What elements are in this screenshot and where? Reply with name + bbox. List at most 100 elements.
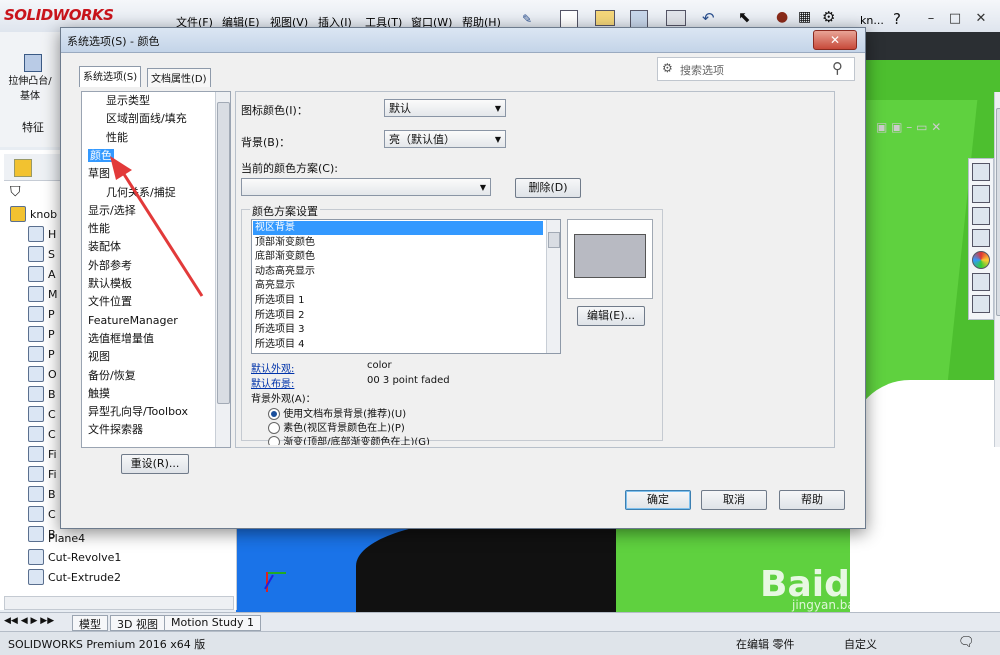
home-icon[interactable] [972,163,990,181]
scheme-item[interactable]: 所选项目 3 [255,323,305,337]
select-cursor-icon[interactable]: ⬉ [738,8,751,26]
radio-plain-color[interactable]: 素色(视区背景颜色在上)(P) [268,419,405,434]
dialog-title-bar[interactable]: 系统选项(S) - 颜色 ✕ [61,28,865,53]
tree-item-cut-revolve1[interactable]: Cut-Revolve1 [28,547,121,567]
file-explorer-icon[interactable] [972,207,990,225]
maximize-button[interactable]: □ [946,11,964,27]
extrude-boss-icon[interactable] [24,54,42,72]
nav-item[interactable]: 触摸 [88,385,110,403]
nav-item[interactable]: 视图 [88,348,110,366]
scheme-scroll-thumb[interactable] [548,232,560,248]
tree-item[interactable]: S [28,244,55,264]
tree-root[interactable]: knob [10,204,57,224]
scheme-item[interactable]: 动态高亮显示 [255,265,315,279]
design-library-icon[interactable] [972,185,990,203]
nav-item[interactable]: 区域剖面线/填充 [106,110,187,128]
tab-motion-study[interactable]: Motion Study 1 [164,615,262,631]
scheme-item[interactable]: 所选项目 1 [255,294,305,308]
scheme-item[interactable]: 底部渐变颜色 [255,250,315,264]
scheme-item[interactable]: 高亮显示 [255,279,295,293]
cancel-button[interactable]: 取消 [701,490,767,510]
chat-icon[interactable]: 🗨 [958,635,975,650]
radio-use-document-scene[interactable]: 使用文档布景背景(推荐)(U) [268,405,406,420]
tree-item[interactable]: B [28,384,56,404]
tree-item[interactable]: C [28,424,56,444]
tab-system-options[interactable]: 系统选项(S) [79,66,142,87]
minimize-button[interactable]: – [922,11,940,27]
tree-item[interactable]: P [28,324,55,344]
scheme-item[interactable]: 视区背景 [253,221,543,235]
nav-item[interactable]: 性能 [106,129,128,147]
view-palette-icon[interactable] [972,229,990,247]
search-options-input[interactable]: ⚙ 搜索选项 ⚲ [657,57,855,81]
tree-hscrollbar[interactable] [4,596,234,610]
user-name[interactable]: kn... [860,14,884,27]
tree-item[interactable]: P [28,344,55,364]
rebuild-icon[interactable]: ▦ [798,9,811,25]
traffic-light-icon[interactable]: ● [776,9,788,25]
tree-item[interactable]: Fi [28,464,57,484]
nav-item[interactable]: 选值框增量值 [88,330,154,348]
tab-document-properties[interactable]: 文档属性(D) [147,68,211,87]
tree-item[interactable]: C [28,504,56,524]
search-icon[interactable]: ⚲ [832,59,843,77]
radio-gradient[interactable]: 渐变(顶部/底部渐变颜色在上)(G) [268,433,430,445]
gear-icon[interactable]: ⚙ [822,8,835,26]
save-icon[interactable] [630,10,648,28]
scheme-item[interactable]: 顶部渐变颜色 [255,236,315,250]
tree-item[interactable]: C [28,404,56,424]
status-custom[interactable]: 自定义 [844,636,877,652]
nav-item[interactable]: 异型孔向导/Toolbox [88,403,188,421]
current-scheme-select[interactable]: ▼ [241,178,491,196]
scheme-item-list[interactable]: 视区背景 顶部渐变颜色 底部渐变颜色 动态高亮显示 高亮显示 所选项目 1 所选项目 2 所选… [251,219,561,354]
tab-scroll-arrows[interactable]: ◀◀ ◀ ▶ ▶▶ [4,616,54,626]
dialog-close-button[interactable]: ✕ [813,30,857,50]
custom-properties-icon[interactable] [972,273,990,291]
undo-icon[interactable]: ↶ [702,9,715,27]
nav-item[interactable]: 备份/恢复 [88,367,136,385]
tree-item[interactable]: O [28,364,57,384]
nav-scroll-thumb[interactable] [217,102,230,404]
feature-manager-tab-icon[interactable] [14,159,32,177]
filter-icon[interactable]: ⛉ [10,184,21,200]
tree-item[interactable]: Fi [28,444,57,464]
edit-color-button[interactable]: 编辑(E)... [577,306,645,326]
nav-item[interactable]: 文件探索器 [88,421,143,439]
features-tab[interactable]: 特征 [22,119,44,135]
close-window-button[interactable]: ✕ [972,11,990,27]
tree-item[interactable]: B [28,484,56,504]
help-icon[interactable]: ? [893,10,901,28]
nav-item[interactable]: FeatureManager [88,312,178,330]
tree-item[interactable]: P [28,304,55,324]
tab-3d-view[interactable]: 3D 视图 [110,615,165,631]
extrude-boss-label[interactable]: 拉伸凸台/基体 [8,72,52,102]
radio-button[interactable] [268,436,280,445]
tree-item-plane4[interactable]: Plane4 [48,528,85,548]
scheme-vscrollbar[interactable] [546,220,560,353]
nav-item[interactable]: 显示类型 [106,92,150,110]
icon-color-select[interactable]: 默认 ▼ [384,99,506,117]
viewport-tab-icons[interactable]: ▣ ▣ – ▭ ✕ [876,120,941,134]
pane-vscrollbar[interactable] [994,92,1000,447]
help-button[interactable]: 帮助 [779,490,845,510]
reset-button[interactable]: 重设(R)... [121,454,189,474]
pane-scroll-thumb[interactable] [996,108,1000,316]
new-file-icon[interactable] [560,10,578,28]
scheme-item[interactable]: 所选项目 4 [255,338,305,352]
tree-item[interactable]: M [28,284,58,304]
delete-button[interactable]: 删除(D) [515,178,581,198]
tab-model[interactable]: 模型 [72,615,108,631]
open-folder-icon[interactable] [595,10,615,26]
tree-item[interactable]: H [28,224,56,244]
tree-item[interactable]: A [28,264,56,284]
forum-icon[interactable] [972,295,990,313]
print-icon[interactable] [666,10,686,26]
default-appearance-link[interactable]: 默认外观: [251,360,294,375]
default-scene-link[interactable]: 默认布景: [251,375,294,390]
nav-vscrollbar[interactable] [215,92,230,447]
ok-button[interactable]: 确定 [625,490,691,510]
tree-item-cut-extrude2[interactable]: Cut-Extrude2 [28,567,121,587]
background-select[interactable]: 亮（默认值） ▼ [384,130,506,148]
scheme-item[interactable]: 所选项目 2 [255,309,305,323]
appearances-icon[interactable] [972,251,990,269]
